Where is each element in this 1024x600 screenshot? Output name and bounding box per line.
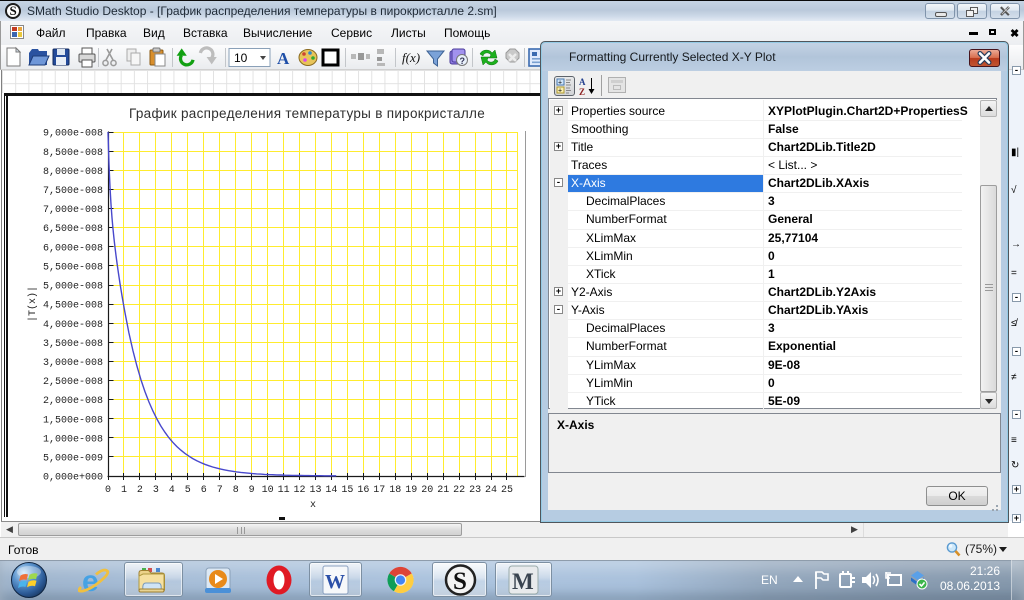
- svg-text:13: 13: [309, 485, 321, 496]
- svg-text:9,000e-008: 9,000e-008: [43, 129, 103, 140]
- svg-text:14: 14: [325, 485, 337, 496]
- svg-text:3,000e-008: 3,000e-008: [43, 358, 103, 369]
- svg-text:Z: Z: [579, 87, 585, 96]
- svg-text:5,000e-008: 5,000e-008: [43, 282, 103, 293]
- svg-text:2: 2: [137, 485, 143, 496]
- svg-text:A: A: [579, 77, 586, 87]
- svg-text:16: 16: [357, 485, 369, 496]
- svg-text:25: 25: [501, 485, 513, 496]
- svg-text:17: 17: [373, 485, 385, 496]
- svg-text:10: 10: [262, 485, 274, 496]
- svg-text:8,500e-008: 8,500e-008: [43, 148, 103, 159]
- svg-text:0: 0: [105, 485, 111, 496]
- svg-text:|T(x)|: |T(x)|: [27, 286, 39, 322]
- svg-text:1,000e-008: 1,000e-008: [43, 434, 103, 445]
- svg-text:2,000e-008: 2,000e-008: [43, 396, 103, 407]
- svg-text:22: 22: [453, 485, 465, 496]
- svg-text:15: 15: [341, 485, 353, 496]
- svg-text:23: 23: [469, 485, 481, 496]
- svg-text:11: 11: [278, 485, 290, 496]
- svg-text:1: 1: [121, 485, 127, 496]
- svg-text:A: A: [277, 49, 290, 68]
- svg-text:21: 21: [437, 485, 449, 496]
- svg-text:+: +: [558, 88, 562, 95]
- svg-text:10: 10: [234, 51, 248, 65]
- svg-text:1,500e-008: 1,500e-008: [43, 415, 103, 426]
- svg-text:f(x): f(x): [402, 50, 420, 65]
- svg-text:7,500e-008: 7,500e-008: [43, 186, 103, 197]
- svg-text:График распределения температу: График распределения температуры в пирок…: [129, 106, 485, 121]
- svg-text:6,000e-008: 6,000e-008: [43, 243, 103, 254]
- svg-text:18: 18: [389, 485, 401, 496]
- svg-text:5,000e-009: 5,000e-009: [43, 454, 103, 465]
- svg-text:3,500e-008: 3,500e-008: [43, 339, 103, 350]
- svg-text:+: +: [558, 80, 562, 87]
- svg-text:W: W: [325, 571, 345, 593]
- svg-text:24: 24: [485, 485, 497, 496]
- svg-text:19: 19: [405, 485, 417, 496]
- svg-text:4,000e-008: 4,000e-008: [43, 320, 103, 331]
- svg-text:0,000e+000: 0,000e+000: [43, 473, 103, 484]
- svg-text:x: x: [310, 500, 316, 511]
- svg-text:6,500e-008: 6,500e-008: [43, 224, 103, 235]
- svg-text:S: S: [453, 568, 467, 595]
- svg-text:4,500e-008: 4,500e-008: [43, 301, 103, 312]
- svg-text:9: 9: [249, 485, 255, 496]
- svg-text:?: ?: [460, 56, 466, 66]
- svg-text:3: 3: [153, 485, 159, 496]
- svg-text:8,000e-008: 8,000e-008: [43, 167, 103, 178]
- svg-text:5: 5: [185, 485, 191, 496]
- svg-text:7,000e-008: 7,000e-008: [43, 205, 103, 216]
- svg-text:2,500e-008: 2,500e-008: [43, 377, 103, 388]
- svg-text:5,500e-008: 5,500e-008: [43, 262, 103, 273]
- svg-text:12: 12: [293, 485, 305, 496]
- svg-text:20: 20: [421, 485, 433, 496]
- svg-text:M: M: [512, 569, 534, 594]
- svg-text:6: 6: [201, 485, 207, 496]
- svg-text:8: 8: [233, 485, 239, 496]
- svg-text:4: 4: [169, 485, 175, 496]
- svg-text:7: 7: [217, 485, 223, 496]
